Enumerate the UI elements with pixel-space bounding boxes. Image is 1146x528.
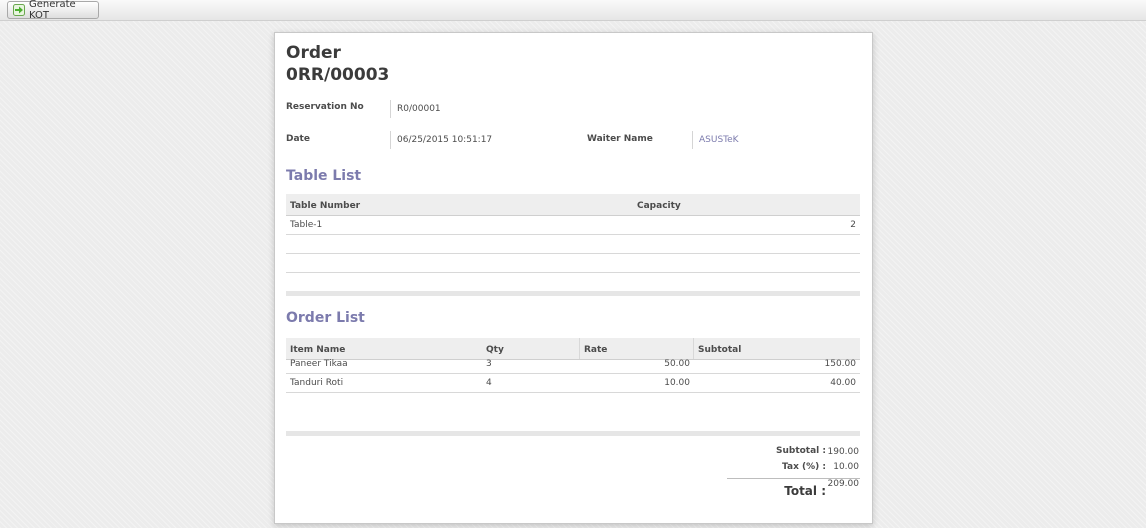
tax-label: Tax (%) : — [782, 462, 826, 472]
table-list-heading: Table List — [286, 168, 362, 184]
rate-cell: 50.00 — [664, 359, 690, 369]
table-number-cell: Table-1 — [290, 220, 323, 230]
capacity-cell: 2 — [850, 220, 856, 230]
top-toolbar: Generate KOT — [0, 0, 1146, 21]
subtotal-value: 190.00 — [827, 447, 860, 457]
table-list-header: Table Number Capacity — [286, 194, 860, 216]
waiter-name-link[interactable]: ASUSTeK — [692, 131, 739, 149]
table-row[interactable]: Table-1 2 — [286, 216, 860, 235]
table-row[interactable]: Paneer Tikaa 3 50.00 150.00 — [286, 355, 860, 374]
table-row[interactable]: Tanduri Roti 4 10.00 40.00 — [286, 374, 860, 393]
column-qty[interactable]: Qty — [486, 345, 504, 355]
order-number: 0RR/00003 — [286, 65, 390, 85]
date-field[interactable]: 06/25/2015 10:51:17 — [390, 131, 492, 149]
column-item-name[interactable]: Item Name — [290, 345, 345, 355]
generate-kot-label: Generate KOT — [29, 0, 76, 21]
subtotal-label: Subtotal : — [775, 446, 826, 456]
reservation-no-label: Reservation No — [286, 102, 364, 112]
total-label: Total : — [784, 484, 826, 498]
rate-cell: 10.00 — [664, 378, 690, 388]
subtotal-cell: 150.00 — [824, 359, 857, 369]
column-subtotal[interactable]: Subtotal — [698, 345, 741, 355]
order-list-footer — [286, 431, 860, 436]
waiter-name-label: Waiter Name — [587, 134, 653, 144]
column-table-number[interactable]: Table Number — [290, 201, 360, 211]
reservation-no-field[interactable]: R0/00001 — [390, 100, 441, 118]
tax-value: 10.00 — [833, 462, 859, 472]
total-value: 209.00 — [827, 479, 860, 489]
generate-kot-button[interactable]: Generate KOT — [7, 0, 99, 21]
empty-row-divider — [286, 272, 860, 273]
column-rate[interactable]: Rate — [584, 345, 607, 355]
date-label: Date — [286, 134, 310, 144]
subtotal-cell: 40.00 — [830, 378, 856, 388]
qty-cell: 4 — [486, 378, 492, 388]
column-capacity[interactable]: Capacity — [637, 201, 681, 211]
empty-row-divider — [286, 253, 860, 254]
qty-cell: 3 — [486, 359, 492, 369]
order-form-sheet: Order 0RR/00003 Reservation No R0/00001 … — [274, 32, 873, 524]
table-list-footer — [286, 291, 860, 296]
form-title: Order — [286, 43, 341, 63]
order-list-heading: Order List — [286, 310, 365, 326]
item-name-cell: Tanduri Roti — [290, 378, 344, 388]
item-name-cell: Paneer Tikaa — [290, 359, 348, 369]
arrow-right-icon — [13, 4, 25, 16]
